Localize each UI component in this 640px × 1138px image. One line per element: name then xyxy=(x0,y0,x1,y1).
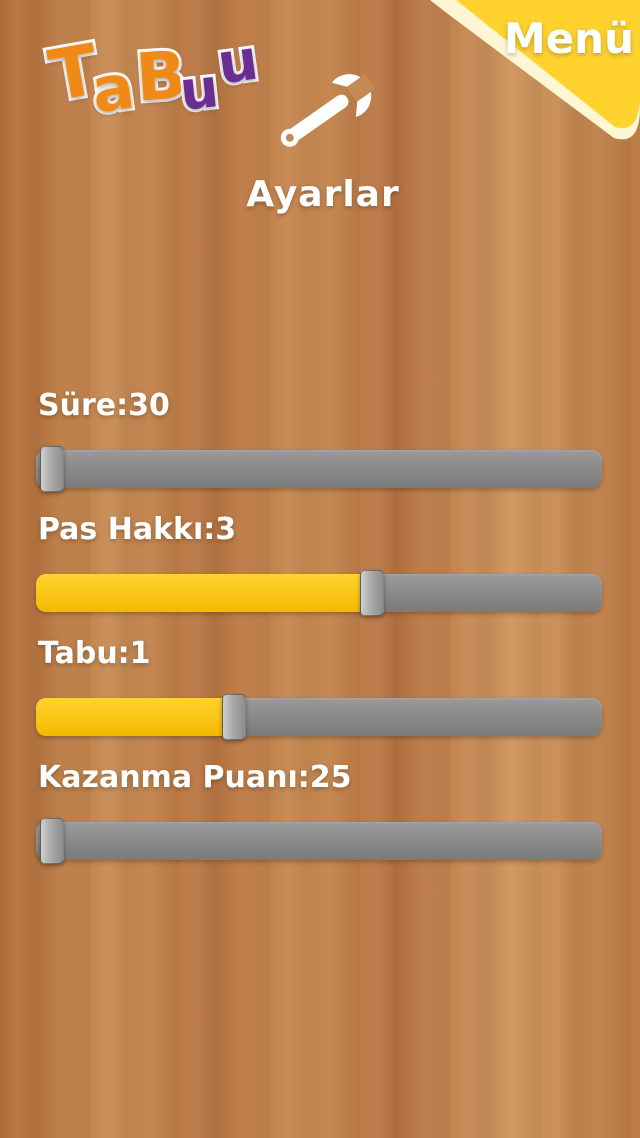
wrench-icon xyxy=(262,58,382,170)
kazanma-puani-label: Kazanma Puanı:25 xyxy=(38,760,352,795)
kazanma-puani-slider[interactable] xyxy=(36,818,602,864)
logo-letter-2: a xyxy=(84,46,142,130)
pas-hakki-label: Pas Hakkı:3 xyxy=(38,512,237,547)
pas-hakki-slider[interactable] xyxy=(36,570,602,616)
tabu-slider[interactable] xyxy=(36,694,602,740)
sure-slider[interactable] xyxy=(36,446,602,492)
app-logo: T a B u u xyxy=(40,18,274,143)
page-title: Ayarlar xyxy=(246,174,400,215)
tabu-slider-handle[interactable] xyxy=(221,694,246,740)
logo-letter-5: u xyxy=(211,25,266,101)
sure-slider-handle[interactable] xyxy=(40,446,64,492)
logo-letter-4: u xyxy=(174,53,225,126)
wrench-svg xyxy=(280,74,376,147)
menu-button[interactable]: Menü xyxy=(430,0,640,150)
pas-hakki-slider-fill xyxy=(36,574,373,612)
pas-hakki-slider-handle[interactable] xyxy=(360,570,385,616)
tabu-slider-fill xyxy=(36,698,234,736)
tabu-label: Tabu:1 xyxy=(38,636,151,671)
kazanma-puani-slider-handle[interactable] xyxy=(40,818,64,864)
menu-label: Menü xyxy=(503,14,634,63)
sure-label: Süre:30 xyxy=(38,388,170,423)
